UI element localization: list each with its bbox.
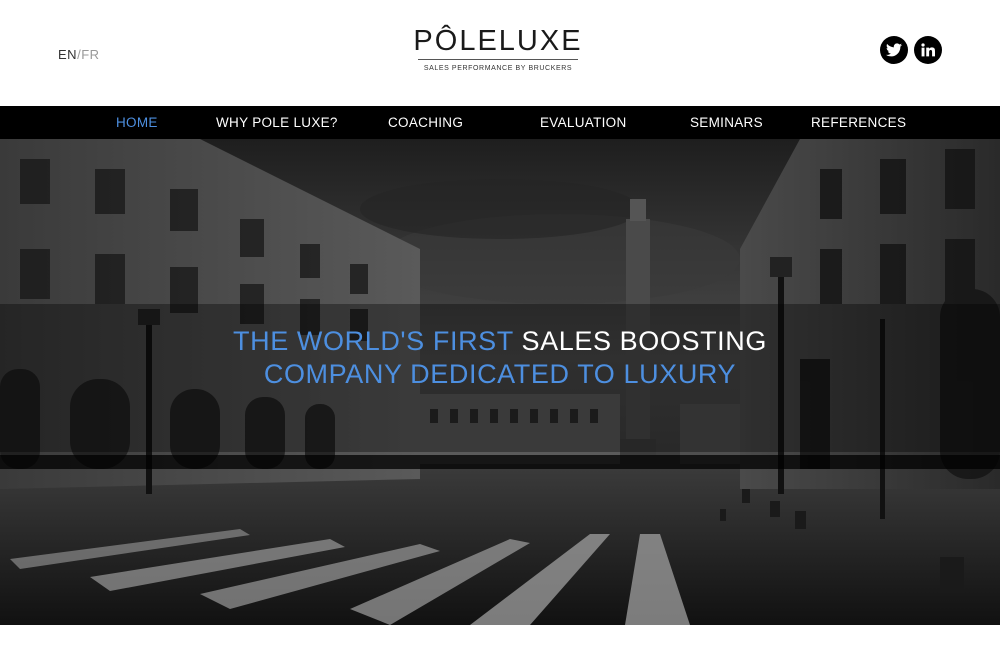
nav-references[interactable]: REFERENCES [811, 106, 906, 139]
headline-accent-2: COMPANY DEDICATED TO LUXURY [263, 359, 737, 389]
nav-coaching[interactable]: COACHING [388, 106, 463, 139]
hero-headline: THE WORLD'S FIRST SALES BOOSTING COMPANY… [0, 325, 1000, 391]
nav-evaluation[interactable]: EVALUATION [540, 106, 627, 139]
nav-home[interactable]: HOME [116, 106, 158, 139]
twitter-icon[interactable] [880, 36, 908, 64]
headline-accent-1: THE WORLD'S FIRST [233, 326, 514, 356]
site-header: EN/FR PÔLELUXE SALES PERFORMANCE BY BRUC… [0, 0, 1000, 106]
lang-fr[interactable]: FR [81, 47, 99, 62]
headline-white-1: SALES BOOSTING [521, 326, 767, 356]
linkedin-icon[interactable] [914, 36, 942, 64]
site-logo[interactable]: PÔLELUXE SALES PERFORMANCE BY BRUCKERS [400, 26, 596, 72]
lang-en[interactable]: EN [58, 47, 77, 62]
nav-seminars[interactable]: SEMINARS [690, 106, 763, 139]
hero-banner: THE WORLD'S FIRST SALES BOOSTING COMPANY… [0, 139, 1000, 625]
main-nav: HOME WHY POLE LUXE? COACHING EVALUATION … [0, 106, 1000, 139]
nav-why-pole-luxe[interactable]: WHY POLE LUXE? [216, 106, 338, 139]
headline-line-1: THE WORLD'S FIRST SALES BOOSTING [0, 325, 1000, 358]
page-bottom-area [0, 625, 1000, 652]
logo-subtitle: SALES PERFORMANCE BY BRUCKERS [423, 65, 573, 72]
headline-line-2: COMPANY DEDICATED TO LUXURY [0, 358, 1000, 391]
language-switcher: EN/FR [58, 47, 100, 62]
logo-divider [418, 59, 578, 60]
logo-title: PÔLELUXE [413, 25, 583, 57]
